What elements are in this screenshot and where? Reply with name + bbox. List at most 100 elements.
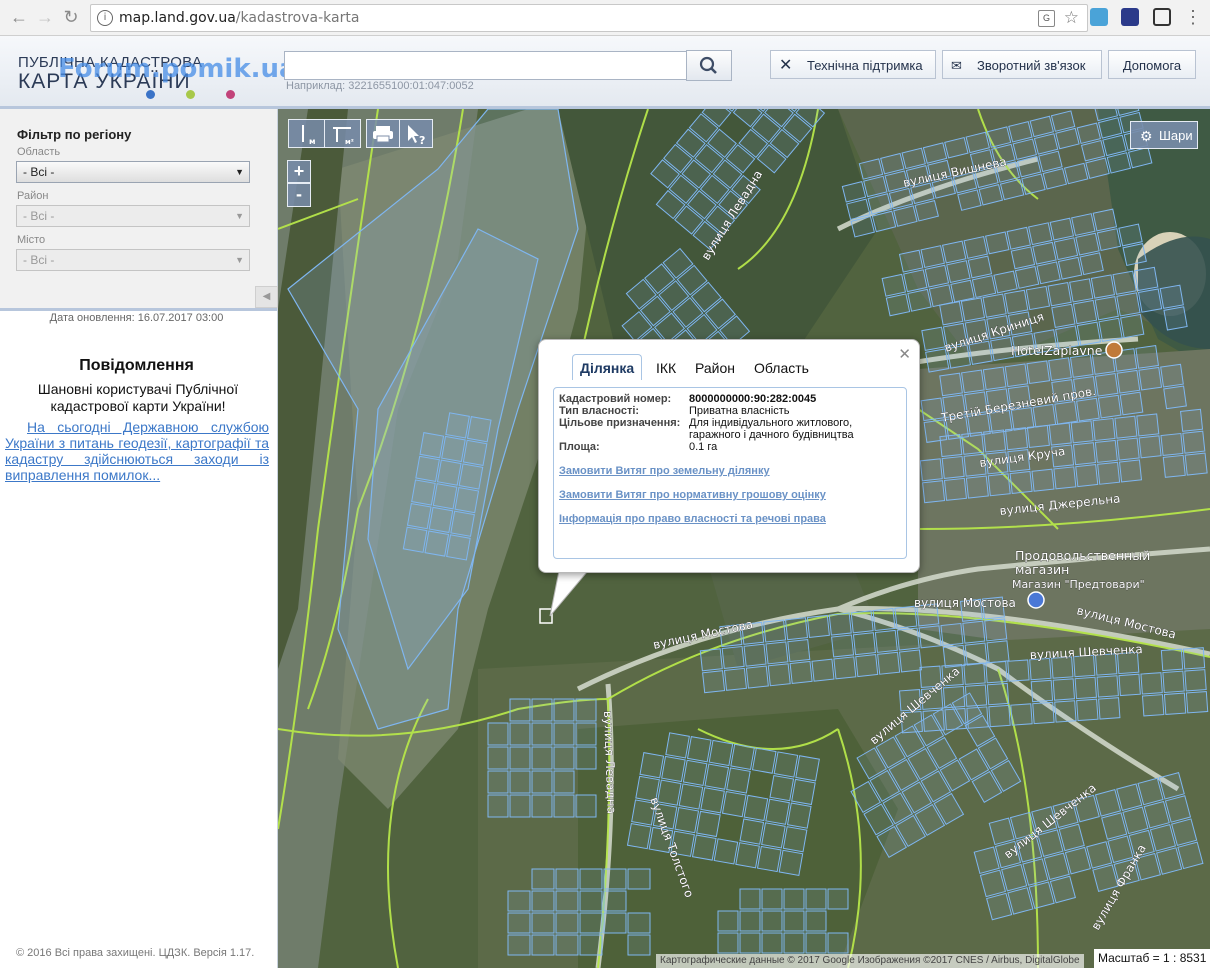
parcel[interactable] xyxy=(885,293,911,317)
parcel[interactable] xyxy=(881,273,907,297)
parcel[interactable] xyxy=(739,910,761,932)
parcel[interactable] xyxy=(907,288,932,312)
parcel[interactable] xyxy=(509,698,531,722)
parcel[interactable] xyxy=(985,660,1008,684)
parcel[interactable] xyxy=(1114,415,1138,439)
parcel[interactable] xyxy=(765,798,790,825)
parcel[interactable] xyxy=(1052,678,1076,701)
parcel[interactable] xyxy=(924,264,950,288)
parcel[interactable] xyxy=(984,618,1008,642)
parcel[interactable] xyxy=(1116,369,1141,394)
parcel[interactable] xyxy=(1025,285,1051,311)
parcel[interactable] xyxy=(553,794,575,818)
parcel[interactable] xyxy=(509,794,531,818)
parcel[interactable] xyxy=(531,794,553,818)
parcel[interactable] xyxy=(987,473,1011,497)
parcel[interactable] xyxy=(702,670,726,694)
parcel[interactable] xyxy=(941,455,965,480)
parcel[interactable] xyxy=(1032,701,1055,725)
parcel[interactable] xyxy=(436,459,462,486)
parcel[interactable] xyxy=(579,890,603,912)
parcel[interactable] xyxy=(575,794,597,818)
parcel[interactable] xyxy=(531,868,555,890)
parcel[interactable] xyxy=(1032,241,1057,265)
reload-icon[interactable]: ↻ xyxy=(61,7,81,27)
parcel[interactable] xyxy=(783,910,805,932)
parcel[interactable] xyxy=(1118,223,1143,247)
parcel[interactable] xyxy=(726,767,751,794)
parcel[interactable] xyxy=(939,434,963,458)
parcel[interactable] xyxy=(555,934,579,956)
parcel[interactable] xyxy=(783,888,805,910)
parcel[interactable] xyxy=(1070,420,1094,444)
parcel[interactable] xyxy=(415,455,440,482)
parcel[interactable] xyxy=(507,912,531,934)
parcel[interactable] xyxy=(756,845,782,873)
parcel[interactable] xyxy=(507,890,531,912)
parcel[interactable] xyxy=(943,477,968,501)
parcel[interactable] xyxy=(446,534,471,561)
parcel[interactable] xyxy=(1182,647,1206,670)
parcel[interactable] xyxy=(967,255,993,279)
oblast-select[interactable]: - Всі - ▼ xyxy=(16,161,250,183)
parcel[interactable] xyxy=(961,431,985,455)
parcel[interactable] xyxy=(1004,427,1029,451)
parcel[interactable] xyxy=(1094,296,1119,321)
parcel[interactable] xyxy=(466,416,492,443)
search-button[interactable] xyxy=(686,50,732,81)
parcel[interactable] xyxy=(1076,321,1102,346)
print-button[interactable] xyxy=(366,119,400,148)
parcel[interactable] xyxy=(985,231,1010,255)
parcel[interactable] xyxy=(717,932,739,954)
parcel[interactable] xyxy=(983,429,1007,453)
parcel[interactable] xyxy=(1072,299,1098,325)
parcel[interactable] xyxy=(1028,222,1053,246)
parcel[interactable] xyxy=(1054,700,1077,723)
extension-icon[interactable] xyxy=(1090,8,1108,26)
parcel[interactable] xyxy=(751,747,777,774)
parcel[interactable] xyxy=(579,934,603,956)
ownership-info-link[interactable]: Інформація про право власності та речові… xyxy=(559,513,826,525)
zoom-out-button[interactable]: - xyxy=(287,183,311,207)
parcel[interactable] xyxy=(1092,208,1118,232)
parcel[interactable] xyxy=(1182,430,1206,454)
parcel[interactable] xyxy=(769,774,795,802)
parcel[interactable] xyxy=(761,822,786,849)
parcel[interactable] xyxy=(424,530,450,557)
parcel[interactable] xyxy=(509,770,531,794)
parcel[interactable] xyxy=(1098,697,1121,720)
parcel[interactable] xyxy=(1162,454,1186,478)
parcel[interactable] xyxy=(963,235,988,259)
parcel[interactable] xyxy=(806,614,830,638)
parcel[interactable] xyxy=(1010,703,1033,726)
parcel[interactable] xyxy=(1185,691,1209,714)
parcel[interactable] xyxy=(1116,292,1141,317)
parcel[interactable] xyxy=(1048,422,1072,446)
parcel[interactable] xyxy=(603,912,627,934)
parcel[interactable] xyxy=(903,269,928,293)
parcel[interactable] xyxy=(896,627,920,651)
measure-area-tool[interactable]: м² xyxy=(324,119,361,148)
parcel[interactable] xyxy=(855,654,879,678)
parcel[interactable] xyxy=(723,667,748,691)
parcel[interactable] xyxy=(1076,397,1100,422)
parcel[interactable] xyxy=(450,510,475,537)
tab-oblast[interactable]: Область xyxy=(754,360,809,376)
parcel[interactable] xyxy=(661,755,686,783)
parcel[interactable] xyxy=(1053,466,1077,490)
parcel[interactable] xyxy=(713,838,739,865)
parcel[interactable] xyxy=(961,369,985,394)
tab-rayon[interactable]: Район xyxy=(695,360,735,376)
extract-land-link[interactable]: Замовити Витяг про земельну ділянку xyxy=(559,465,770,477)
parcel[interactable] xyxy=(555,912,579,934)
parcel[interactable] xyxy=(1004,363,1029,388)
parcel[interactable] xyxy=(1014,265,1040,289)
parcel[interactable] xyxy=(765,641,789,665)
parcel[interactable] xyxy=(1163,385,1187,410)
parcel[interactable] xyxy=(454,486,480,514)
parcel[interactable] xyxy=(1076,698,1099,722)
parcel[interactable] xyxy=(1116,437,1140,461)
parcel[interactable] xyxy=(872,607,896,632)
parcel[interactable] xyxy=(1048,357,1072,381)
parcel[interactable] xyxy=(743,794,769,822)
